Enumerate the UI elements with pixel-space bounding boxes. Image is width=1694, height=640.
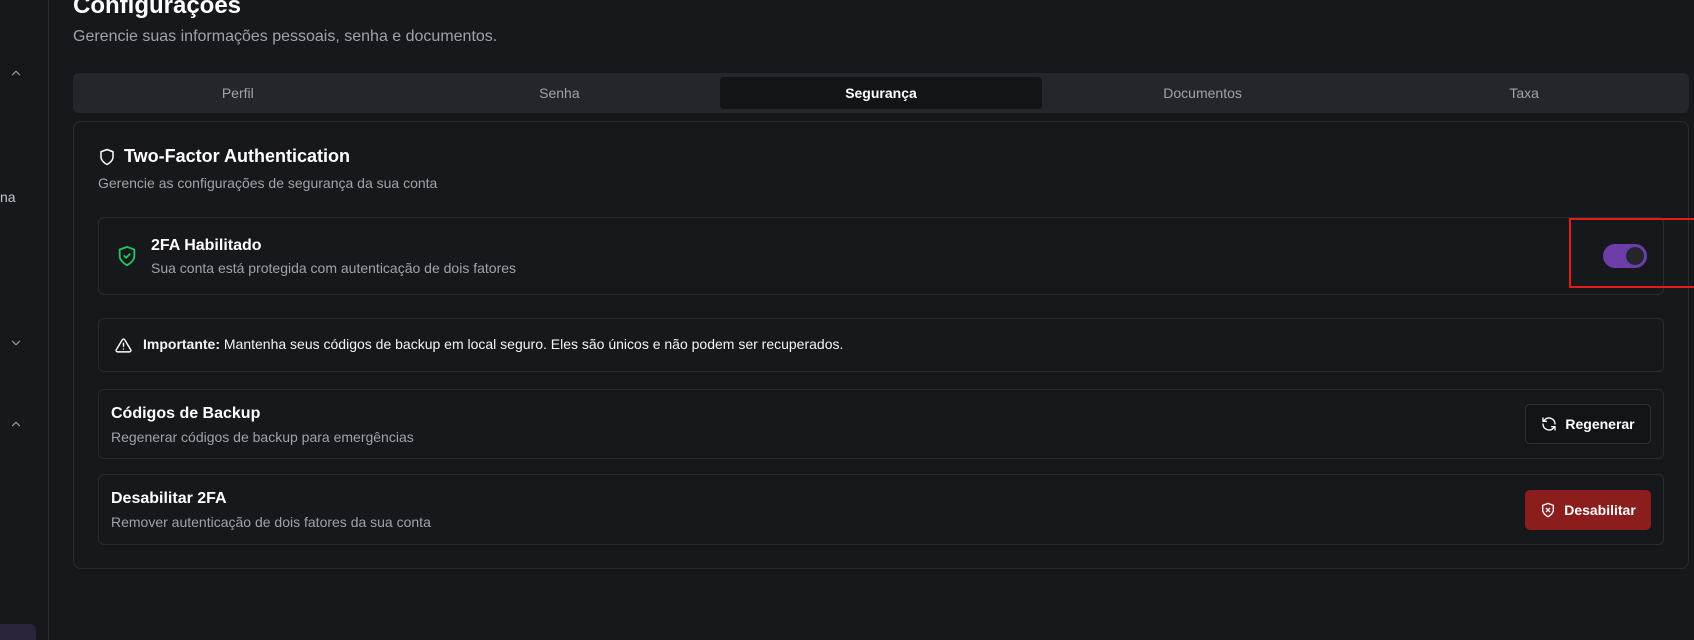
toggle-knob <box>1626 247 1644 265</box>
two-factor-status: 2FA Habilitado Sua conta está protegida … <box>98 217 1694 295</box>
backup-title: Códigos de Backup <box>111 405 261 422</box>
shield-x-icon <box>1540 502 1556 518</box>
tab-documentos[interactable]: Documentos <box>1042 77 1364 109</box>
disable-2fa-section: Desabilitar 2FA Remover autenticação de … <box>98 474 1664 545</box>
card-subtitle: Gerencie as configurações de segurança d… <box>98 175 438 191</box>
backup-warning-alert: Importante: Mantenha seus códigos de bac… <box>98 318 1664 372</box>
backup-codes-section: Códigos de Backup Regenerar códigos de b… <box>98 389 1664 459</box>
chevron-down-icon[interactable] <box>9 336 23 350</box>
alert-label: Importante: <box>143 336 220 352</box>
status-title: 2FA Habilitado <box>151 237 262 254</box>
backup-description: Regenerar códigos de backup para emergên… <box>111 429 414 445</box>
tab-taxa[interactable]: Taxa <box>1363 77 1685 109</box>
status-description: Sua conta está protegida com autenticaçã… <box>151 260 517 276</box>
sidebar-item-label[interactable]: na <box>0 189 16 205</box>
two-factor-toggle[interactable] <box>1603 244 1647 268</box>
shield-icon <box>98 148 116 166</box>
regenerate-button[interactable]: Regenerar <box>1525 404 1651 444</box>
shield-check-icon <box>116 245 138 267</box>
alert-message: Mantenha seus códigos de backup em local… <box>223 336 844 352</box>
disable-label: Desabilitar <box>1564 502 1636 518</box>
refresh-icon <box>1541 416 1557 432</box>
page-subtitle: Gerencie suas informações pessoais, senh… <box>73 28 498 45</box>
chevron-up-icon[interactable] <box>9 66 23 80</box>
sidebar-active-item[interactable] <box>0 624 36 640</box>
tab-perfil[interactable]: Perfil <box>77 77 399 109</box>
regenerate-label: Regenerar <box>1565 416 1635 432</box>
disable-title: Desabilitar 2FA <box>111 490 227 507</box>
card-header: Two-Factor Authentication <box>98 146 350 167</box>
alert-text: Importante: Mantenha seus códigos de bac… <box>143 336 843 352</box>
disable-description: Remover autenticação de dois fatores da … <box>111 514 431 530</box>
sidebar: na <box>0 0 49 640</box>
two-factor-card: Two-Factor Authentication Gerencie as co… <box>73 121 1694 569</box>
disable-button[interactable]: Desabilitar <box>1525 490 1651 530</box>
tab-seguranca[interactable]: Segurança <box>720 77 1042 109</box>
tab-senha[interactable]: Senha <box>399 77 721 109</box>
card-title: Two-Factor Authentication <box>124 146 350 166</box>
page-title: Configurações <box>73 0 242 19</box>
chevron-up-icon[interactable] <box>9 417 23 431</box>
warning-icon <box>115 337 132 354</box>
settings-tabs: Perfil Senha Segurança Documentos Taxa <box>73 73 1689 113</box>
